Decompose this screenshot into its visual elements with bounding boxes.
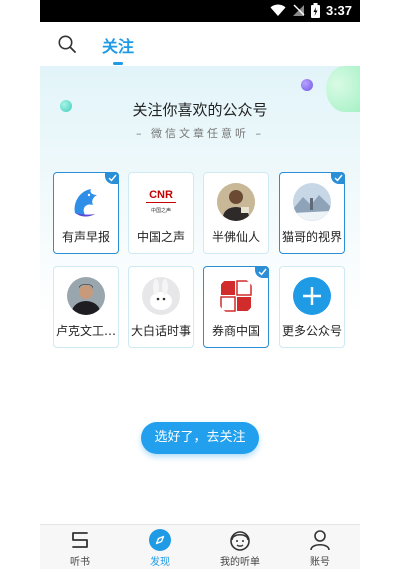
dolphin-logo [67,183,105,221]
account-label: 中国之声 [136,230,185,244]
account-card-more[interactable]: 更多公众号 [279,266,345,348]
status-icons: 3:37 [270,3,352,18]
selected-check-icon [331,172,345,184]
snow-scene-avatar [293,183,331,221]
bottom-nav: 听书 发现 我的听单 账号 [40,524,360,569]
user-icon [310,530,330,551]
portrait-avatar [67,277,105,315]
wifi-icon [270,4,286,16]
nav-label: 我的听单 [220,557,260,568]
nav-item-books[interactable]: 听书 [40,528,120,568]
cnr-logo-text: CNR [149,189,173,201]
account-card-lukewengongzuoshi[interactable]: 卢克文工… [53,266,119,348]
account-label: 猫哥的视界 [281,230,342,244]
tab-indicator [113,62,123,65]
account-label: 券商中国 [211,324,260,338]
rabbit-avatar [142,277,180,315]
account-card-banfoxianren[interactable]: 半佛仙人 [203,172,269,254]
headphones-face-icon [230,531,250,551]
search-icon[interactable] [57,34,77,54]
compass-icon [149,529,171,551]
selected-check-icon [105,172,119,184]
nav-item-discover[interactable]: 发现 [120,528,200,568]
account-card-youshengzaobao[interactable]: 有声早报 [53,172,119,254]
account-card-zhongguozhisheng[interactable]: CNR 中国之声 中国之声 [128,172,194,254]
nav-label: 发现 [150,557,170,568]
nav-item-account[interactable]: 账号 [280,528,360,568]
seal-logo [217,277,255,315]
confirm-follow-button[interactable]: 选好了，去关注 [141,422,259,454]
cnr-logo-subtext: 中国之声 [150,208,171,214]
book-icon [72,532,88,548]
nav-label: 听书 [70,557,90,568]
nav-item-my-playlist[interactable]: 我的听单 [200,528,280,568]
page-subtitle: – 微信文章任意听 – [136,127,264,140]
top-bar: 关注 [40,22,360,66]
tab-follow[interactable]: 关注 [102,33,134,57]
status-time: 3:37 [325,3,352,18]
account-card-quanshangzhongguo[interactable]: 券商中国 [203,266,269,348]
cnr-logo: CNR 中国之声 [142,183,180,221]
signal-off-icon [292,4,305,16]
follow-panel: 关注你喜欢的公众号 – 微信文章任意听 – 有声早报 CNR 中国之声 中国之声… [40,66,360,524]
selected-check-icon [255,266,269,278]
account-label: 大白话时事 [130,324,191,338]
nav-label: 账号 [310,557,330,568]
plus-icon[interactable] [293,277,331,315]
app-screen: 3:37 关注 关注你喜欢的公众号 – 微信文章任意听 – 有声早报 CNR 中… [40,0,360,569]
status-bar: 3:37 [40,0,360,22]
page-title: 关注你喜欢的公众号 [132,101,268,119]
account-label: 更多公众号 [281,324,342,338]
account-label: 半佛仙人 [211,230,260,244]
account-label: 有声早报 [61,230,110,244]
decor-purple-dot [301,79,313,91]
account-card-dabaihuashishi[interactable]: 大白话时事 [128,266,194,348]
battery-icon [310,3,320,18]
portrait-avatar [217,183,255,221]
account-card-maogedeshijie[interactable]: 猫哥的视界 [279,172,345,254]
account-label: 卢克文工… [55,324,116,338]
